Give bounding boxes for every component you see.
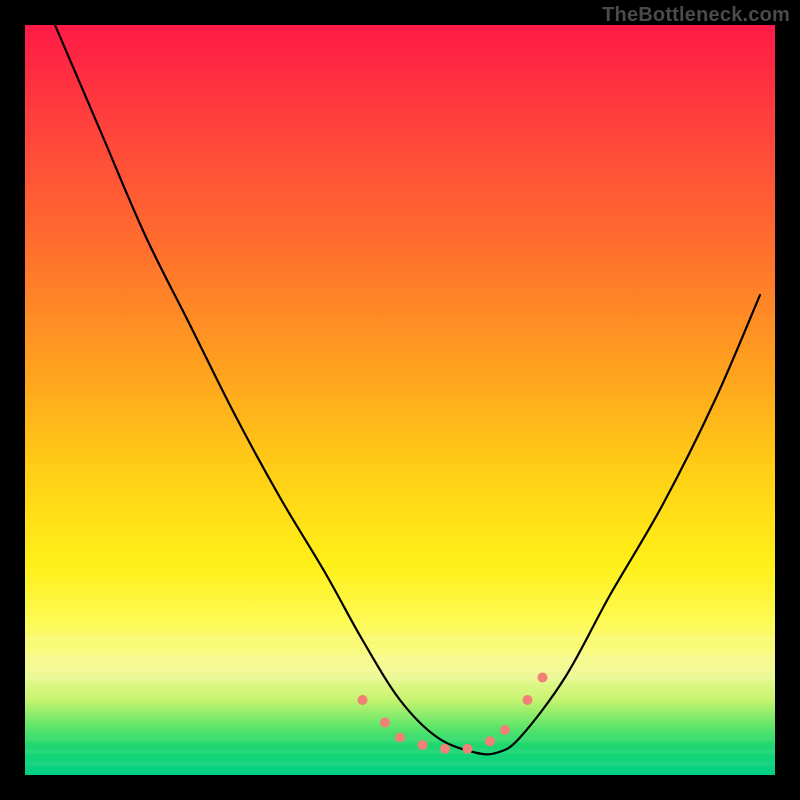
marker-point [440, 744, 450, 754]
bottleneck-curve [55, 25, 760, 754]
marker-point [523, 695, 533, 705]
highlight-markers [358, 673, 548, 754]
marker-point [463, 744, 473, 754]
plot-area [25, 25, 775, 775]
marker-point [418, 740, 428, 750]
marker-point [485, 736, 495, 746]
watermark-text: TheBottleneck.com [602, 4, 790, 27]
marker-point [395, 733, 405, 743]
curve-layer [25, 25, 775, 775]
marker-point [538, 673, 548, 683]
marker-point [358, 695, 368, 705]
chart-frame: TheBottleneck.com [0, 0, 800, 800]
marker-point [500, 725, 510, 735]
marker-point [380, 718, 390, 728]
